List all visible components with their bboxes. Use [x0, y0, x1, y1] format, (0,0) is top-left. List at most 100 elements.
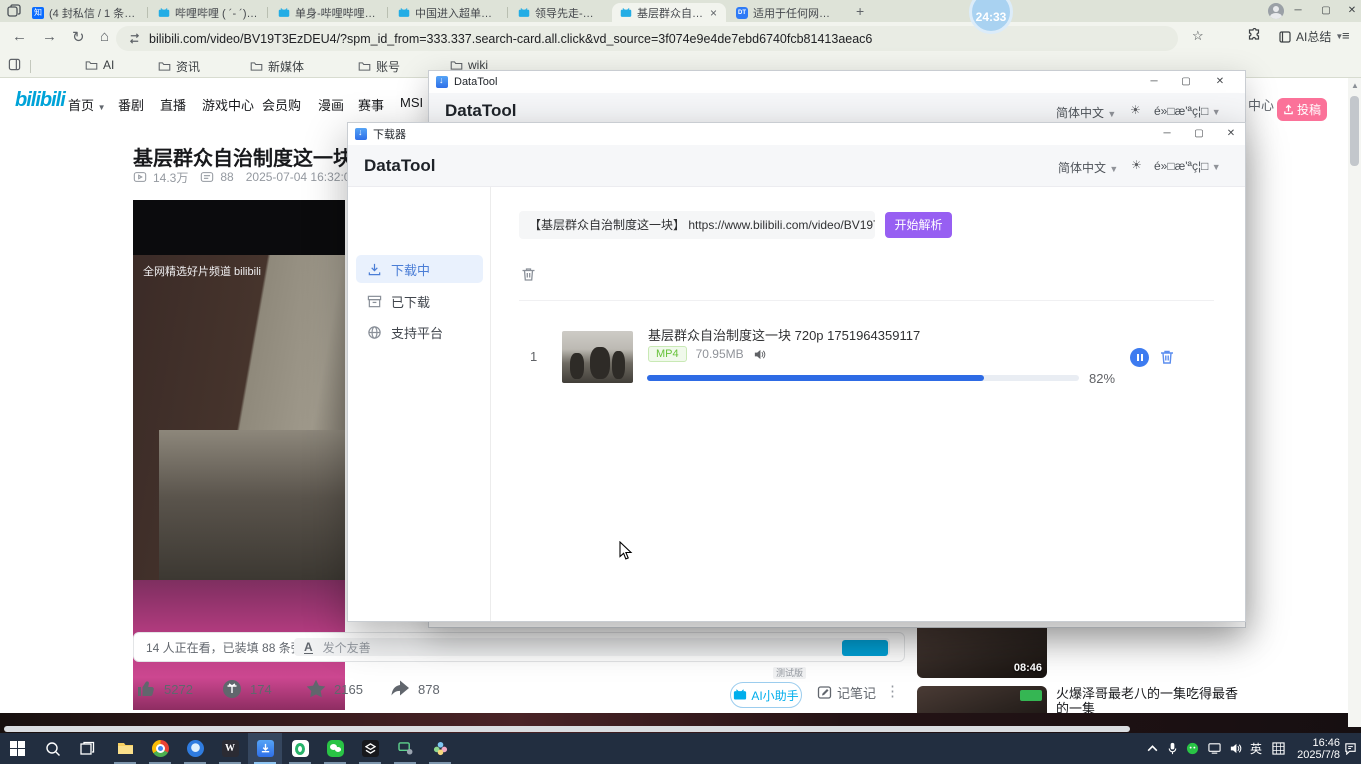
language-selector[interactable]: 简体中文 ▼ — [1058, 159, 1118, 176]
nav-bangumi[interactable]: 番剧 — [118, 95, 144, 114]
danmaku-input[interactable]: A 发个友善 — [294, 638, 890, 656]
like-button[interactable]: 5272 — [135, 678, 193, 700]
nav-esports[interactable]: 赛事 — [358, 95, 384, 114]
bookmark-folder-account[interactable]: 账号 — [358, 58, 400, 75]
home-button[interactable]: ⌂ — [100, 28, 109, 45]
browser-minimize-button[interactable]: ─ — [1286, 0, 1310, 22]
related-video-thumbnail[interactable]: 08:46 — [917, 628, 1047, 678]
browser-close-button[interactable]: ✕ — [1340, 0, 1361, 22]
browser-app-icon[interactable] — [178, 733, 212, 764]
browser-tab[interactable]: 领导先走-哔哩哔哩_b — [510, 3, 612, 22]
sidebar-item-downloaded[interactable]: 已下载 — [356, 287, 483, 315]
file-explorer-icon[interactable] — [108, 733, 142, 764]
nav-live[interactable]: 直播 — [160, 95, 186, 114]
side-panel-icon[interactable] — [8, 58, 21, 71]
more-options-icon[interactable]: ⋮ — [885, 682, 900, 700]
datatool-taskbar-icon[interactable] — [248, 733, 282, 764]
extensions-icon[interactable] — [1248, 28, 1262, 45]
ai-assistant-button[interactable]: AI小助手 — [730, 682, 802, 708]
bilibili-favicon-icon — [518, 7, 530, 19]
maximize-icon[interactable]: ▢ — [1172, 71, 1200, 93]
tab-close-icon[interactable]: × — [709, 6, 718, 20]
upload-post-button[interactable]: 投稿 — [1277, 98, 1327, 121]
clear-list-trash-icon[interactable] — [520, 266, 537, 283]
tab-search-icon[interactable] — [7, 4, 21, 18]
horizontal-scrollbar[interactable] — [4, 726, 1130, 732]
reload-button[interactable]: ↻ — [72, 28, 85, 46]
minimize-icon[interactable]: ─ — [1140, 71, 1168, 93]
bilibili-logo[interactable]: bilibili — [15, 89, 65, 112]
bookmark-star-icon[interactable]: ☆ — [1192, 28, 1204, 44]
word-app-icon[interactable]: W — [213, 733, 247, 764]
send-danmaku-button[interactable] — [842, 640, 888, 656]
chrome-icon[interactable] — [143, 733, 177, 764]
flower-app-icon[interactable] — [423, 733, 457, 764]
browser-tab-active[interactable]: 基层群众自治制度 × — [612, 3, 726, 22]
coin-button[interactable]: 174 — [221, 678, 272, 700]
theme-mode-selector[interactable]: é»□æ'ªç¦□ ▼ — [1154, 104, 1221, 118]
site-info-icon[interactable] — [128, 32, 141, 45]
pause-button[interactable] — [1130, 348, 1149, 367]
favorite-button[interactable]: 2165 — [305, 678, 363, 700]
share-button[interactable]: 878 — [389, 678, 440, 700]
browser-tab[interactable]: DT 适用于任何网站的快 — [728, 3, 846, 22]
wechat-tray-icon[interactable] — [1186, 733, 1199, 764]
close-icon[interactable]: ✕ — [1217, 123, 1245, 145]
new-tab-button[interactable]: + — [856, 3, 864, 19]
taskbar-clock[interactable]: 16:46 2025/7/8 — [1294, 733, 1340, 764]
datatool-titlebar[interactable]: DataTool ─ ▢ ✕ — [429, 71, 1245, 93]
take-notes-button[interactable]: 记笔记 — [817, 683, 876, 702]
nav-msi[interactable]: MSI — [400, 95, 423, 110]
ime-grid-icon[interactable] — [1272, 733, 1285, 764]
nav-manga[interactable]: 漫画 — [318, 95, 344, 114]
browser-maximize-button[interactable]: ▢ — [1314, 0, 1338, 22]
ai-summary-button[interactable]: AI总结 ▼ — [1278, 28, 1343, 45]
language-selector[interactable]: 简体中文 ▼ — [1056, 104, 1116, 121]
bookmark-folder-media[interactable]: 新媒体 — [250, 58, 304, 75]
danmaku-style-button[interactable]: A — [304, 641, 313, 654]
notification-center-icon[interactable] — [1344, 733, 1357, 764]
close-icon[interactable]: ✕ — [1206, 71, 1234, 93]
sidebar-item-downloading[interactable]: 下载中 — [356, 255, 483, 283]
capcut-icon[interactable] — [353, 733, 387, 764]
theme-toggle-icon[interactable]: ☀ — [1130, 103, 1141, 117]
downloader-titlebar[interactable]: 下载器 ─ ▢ ✕ — [348, 123, 1245, 145]
browser-tab[interactable]: 中国进入超单身时代_ — [390, 3, 508, 22]
volume-tray-icon[interactable] — [1229, 733, 1242, 764]
sidebar-item-platforms[interactable]: 支持平台 — [356, 318, 483, 346]
theme-toggle-icon[interactable]: ☀ — [1131, 158, 1142, 172]
browser-tab[interactable]: 哔哩哔哩 ( ´- ´)つロ — [150, 3, 268, 22]
bookmark-folder-ai[interactable]: AI — [85, 58, 114, 72]
microphone-tray-icon[interactable] — [1166, 733, 1179, 764]
minimize-icon[interactable]: ─ — [1153, 123, 1181, 145]
vertical-scrollbar[interactable]: ▲ — [1348, 78, 1361, 727]
screen-tool-icon[interactable] — [388, 733, 422, 764]
related-video-title[interactable]: 火爆泽哥最老八的一集吃得最香的一集 — [1056, 686, 1246, 716]
green-app-icon[interactable] — [283, 733, 317, 764]
scrollbar-thumb[interactable] — [1350, 96, 1359, 166]
task-view-button[interactable] — [70, 733, 104, 764]
search-button[interactable] — [36, 733, 70, 764]
nav-game-center[interactable]: 游戏中心 — [202, 95, 254, 114]
nav-home[interactable]: 首页 ▼ — [68, 95, 106, 114]
delete-download-button[interactable] — [1158, 348, 1176, 366]
nav-vip-shop[interactable]: 会员购 — [262, 95, 301, 114]
theme-mode-selector[interactable]: é»□æ'ªç¦□ ▼ — [1154, 159, 1221, 173]
scroll-up-arrow[interactable]: ▲ — [1351, 81, 1359, 90]
browser-tab[interactable]: 知 (4 封私信 / 1 条消息) — [24, 3, 148, 22]
browser-profile-avatar[interactable] — [1268, 3, 1284, 19]
address-bar[interactable]: bilibili.com/video/BV19T3EzDEU4/?spm_id_… — [116, 26, 1178, 51]
network-tray-icon[interactable] — [1208, 733, 1221, 764]
wechat-icon[interactable] — [318, 733, 352, 764]
back-button[interactable]: ← — [12, 28, 27, 45]
start-button[interactable] — [0, 733, 34, 764]
start-parse-button[interactable]: 开始解析 — [885, 212, 952, 238]
video-url-input[interactable]: 【基层群众自治制度这一块】 https://www.bilibili.com/v… — [519, 211, 875, 239]
browser-menu-icon[interactable]: ≡ — [1342, 28, 1350, 43]
browser-tab[interactable]: 单身-哔哩哔哩_bilibili — [270, 3, 388, 22]
bookmark-folder-news[interactable]: 资讯 — [158, 58, 200, 75]
tray-chevron-icon[interactable] — [1146, 733, 1159, 764]
ime-indicator[interactable]: 英 — [1250, 733, 1262, 764]
forward-button[interactable]: → — [42, 28, 57, 45]
maximize-icon[interactable]: ▢ — [1185, 123, 1213, 145]
